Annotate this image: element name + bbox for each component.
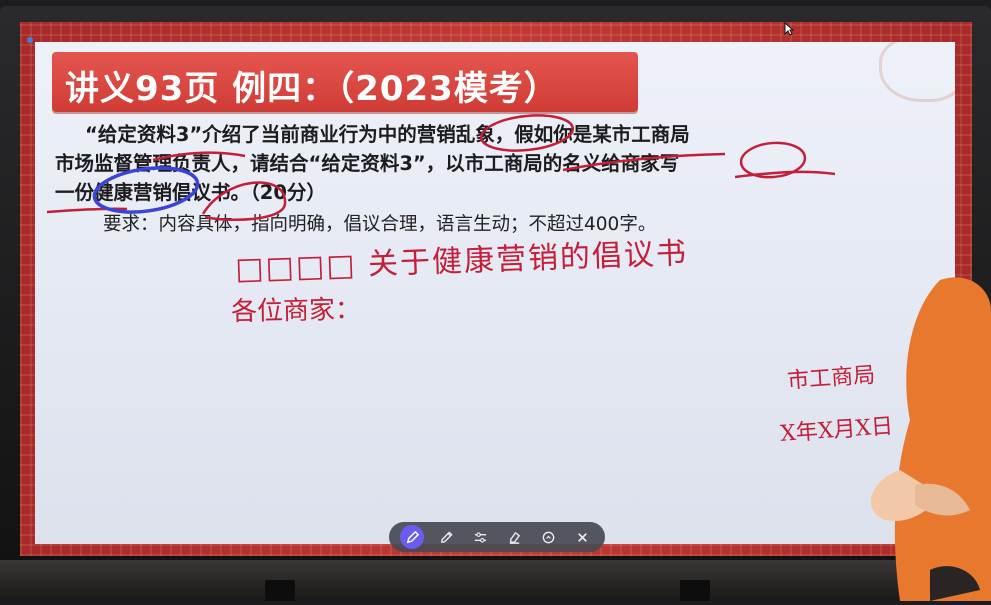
adjust-tool-button[interactable] <box>468 525 492 549</box>
eraser-icon <box>509 531 520 544</box>
pencil-icon <box>440 530 453 543</box>
handwritten-signature: 市工商局 <box>786 362 876 395</box>
handwritten-salutation: 各位商家： <box>230 294 362 328</box>
slide-title-banner: 讲义93页 例四：（2023模考） <box>52 52 638 112</box>
cloud-ornament-icon <box>879 42 955 102</box>
stand-leg-left <box>265 580 295 601</box>
question-line-3: 一份健康营销倡议书。（20分） <box>55 181 326 204</box>
whiteboard-canvas[interactable]: 讲义93页 例四：（2023模考） “给定资料3”介绍了当前商业行为中的营销乱象… <box>35 42 955 544</box>
presenter-figure <box>870 270 991 601</box>
eraser-tool-button[interactable] <box>502 525 526 549</box>
mouse-cursor-icon <box>784 22 794 36</box>
question-line-1: “给定资料3”介绍了当前商业行为中的营销乱象，假如你是某市工商局 <box>85 123 690 146</box>
close-icon <box>577 532 587 542</box>
pen-tool-button[interactable] <box>400 525 424 549</box>
close-tool-button[interactable] <box>570 525 594 549</box>
monitor-stand <box>0 560 991 601</box>
stand-leg-right <box>680 580 710 601</box>
status-dot-icon <box>27 37 33 43</box>
sliders-icon <box>474 531 486 543</box>
handwritten-heading: □□□□ 关于健康营销的倡议书 <box>234 236 689 287</box>
question-text: “给定资料3”介绍了当前商业行为中的营销乱象，假如你是某市工商局 市场监督管理负… <box>55 120 855 207</box>
annotation-toolbar <box>389 522 605 552</box>
clear-icon <box>542 531 554 543</box>
pen-icon <box>406 530 419 543</box>
slide-title: 讲义93页 例四：（2023模考） <box>65 69 559 109</box>
clear-tool-button[interactable] <box>536 525 560 549</box>
question-line-2: 市场监督管理负责人，请结合“给定资料3”，以市工商局的名义给商家写 <box>55 152 680 175</box>
pencil-tool-button[interactable] <box>434 525 458 549</box>
